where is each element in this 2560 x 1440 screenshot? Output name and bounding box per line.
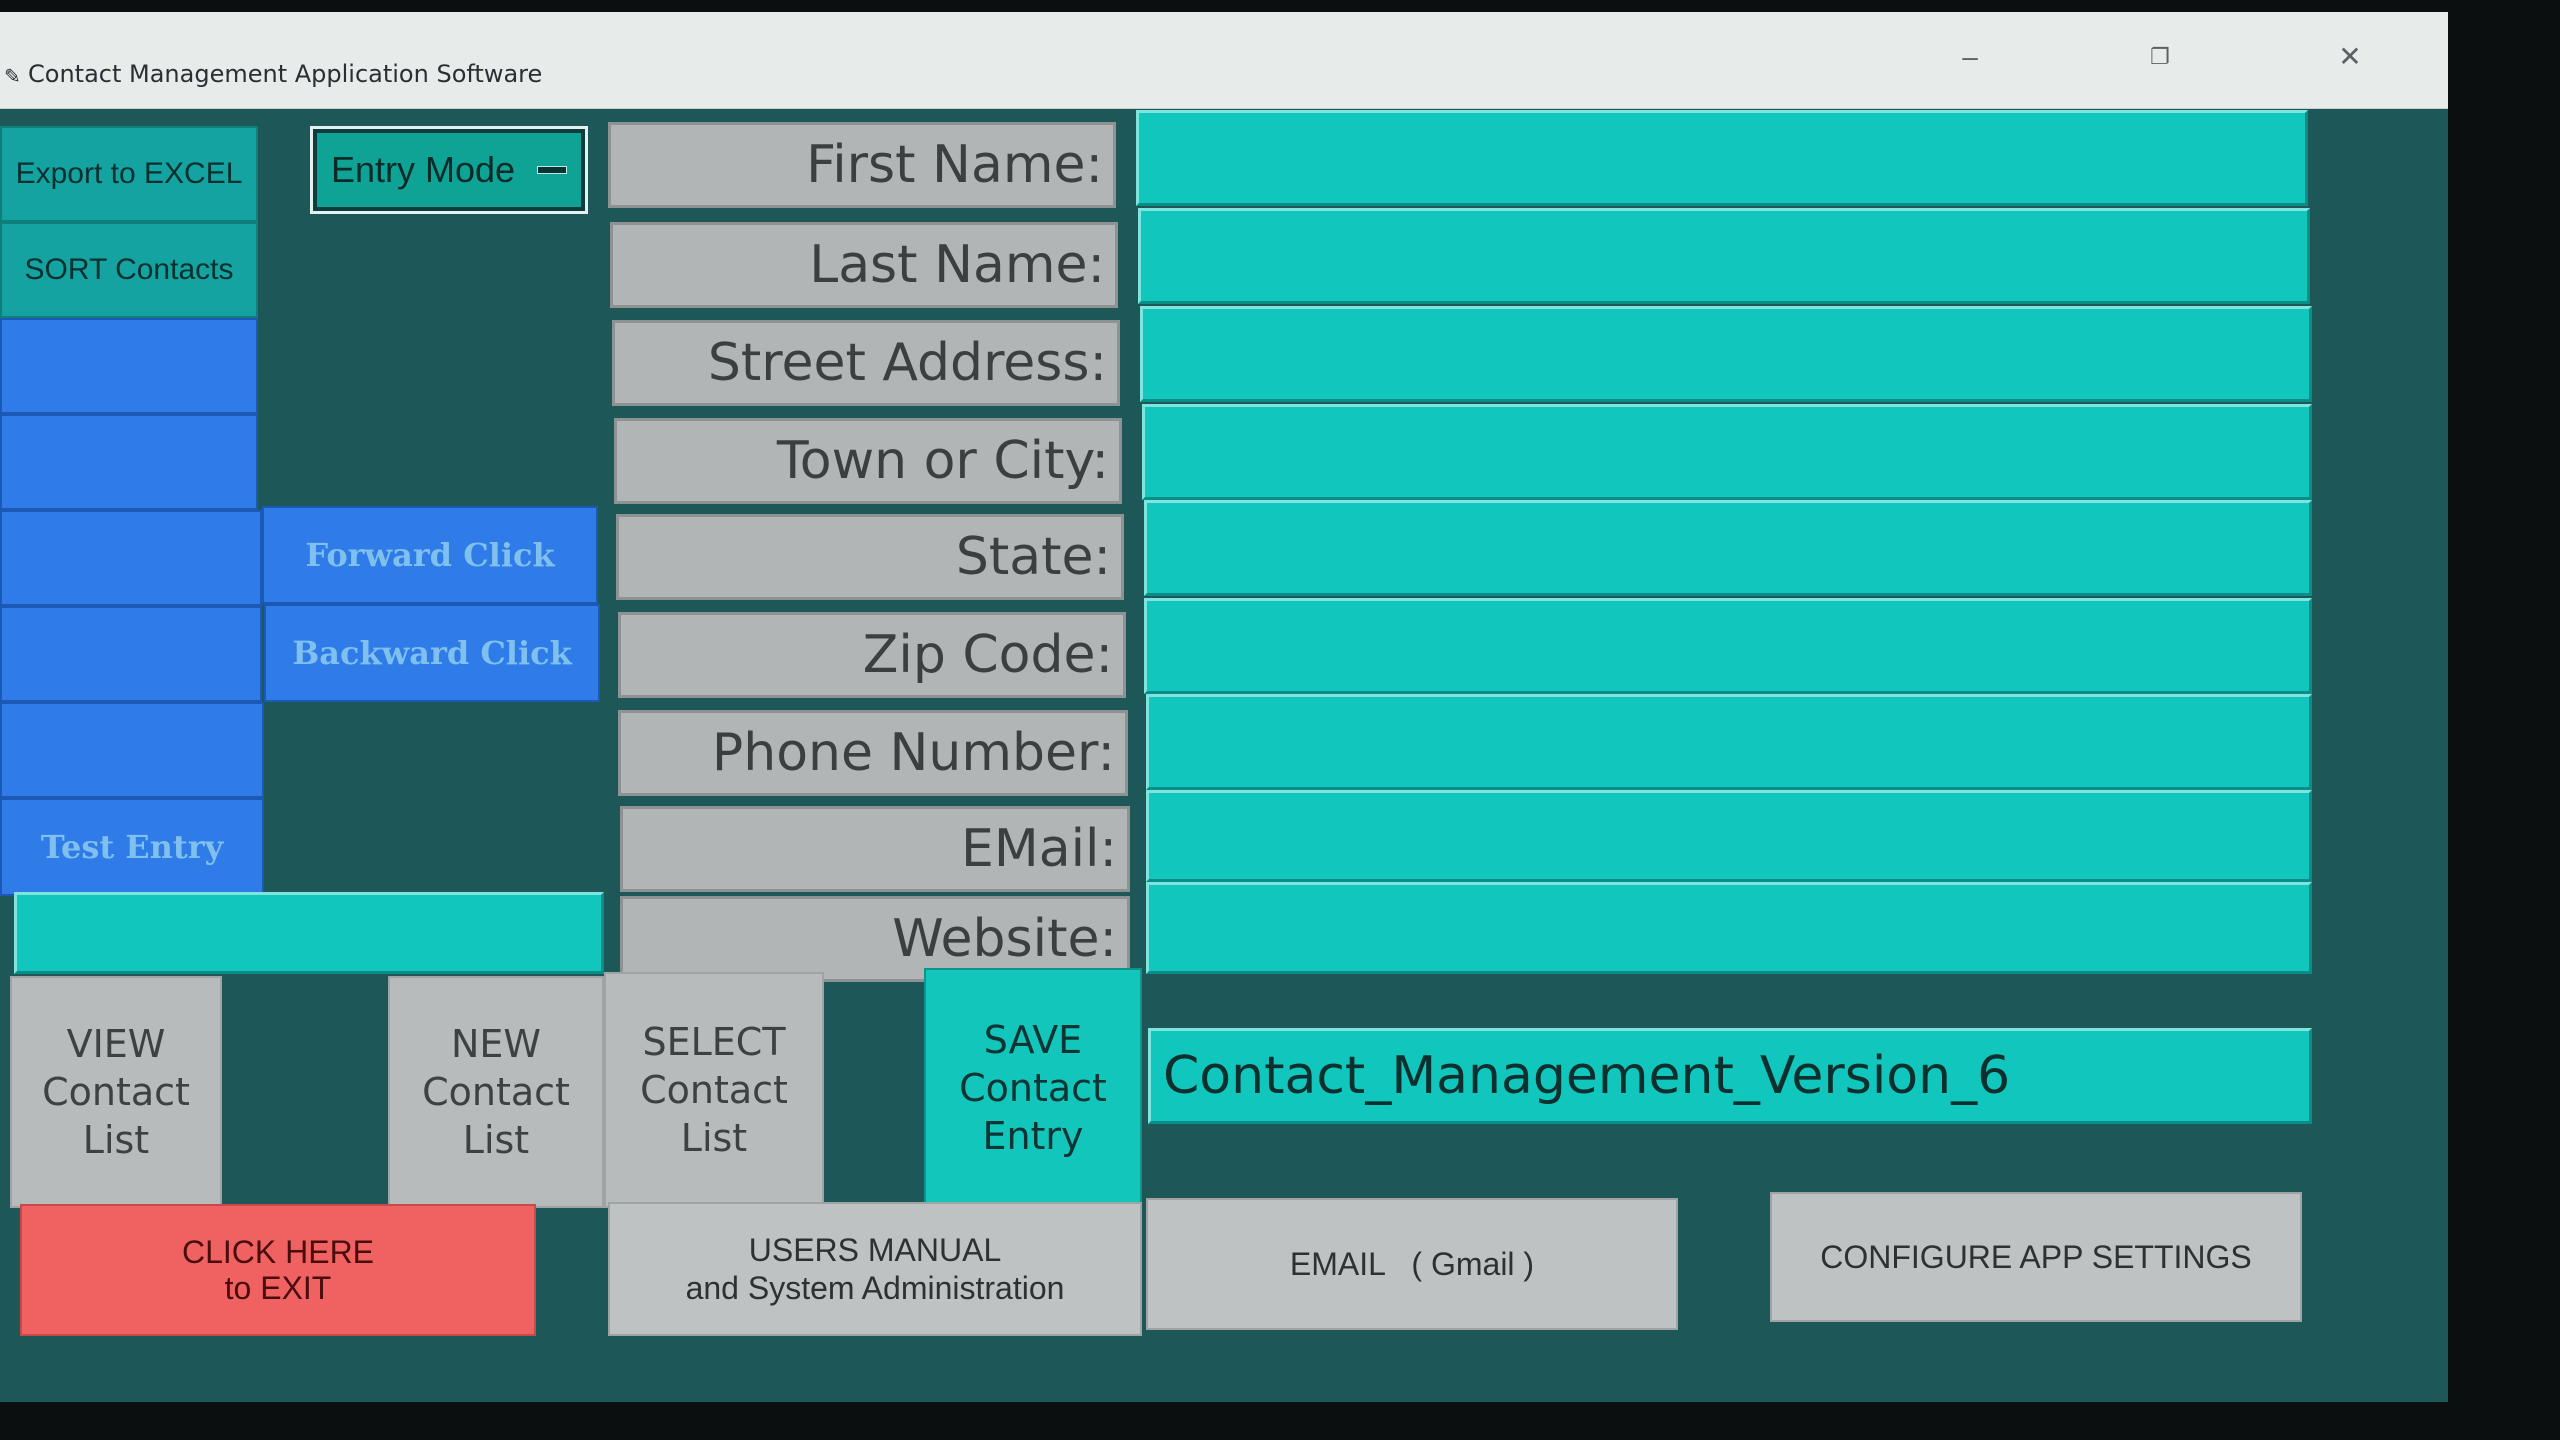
phone-number-field[interactable] bbox=[1146, 694, 2312, 790]
configure-app-settings-button[interactable]: CONFIGURE APP SETTINGS bbox=[1770, 1192, 2302, 1322]
street-address-label: Street Address: bbox=[612, 320, 1120, 406]
forward-click-button[interactable]: Forward Click bbox=[262, 506, 598, 604]
last-name-label: Last Name: bbox=[610, 222, 1118, 308]
close-button[interactable]: ✕ bbox=[2310, 34, 2390, 80]
first-name-field[interactable] bbox=[1136, 110, 2308, 206]
email-field[interactable] bbox=[1146, 790, 2312, 882]
zip-code-label: Zip Code: bbox=[618, 612, 1126, 698]
menu-dash-icon bbox=[537, 166, 567, 174]
export-excel-button[interactable]: Export to EXCEL bbox=[0, 126, 258, 222]
phone-number-label: Phone Number: bbox=[618, 710, 1128, 796]
filename-field[interactable] bbox=[1148, 1028, 2312, 1124]
last-name-field[interactable] bbox=[1138, 208, 2310, 304]
sidebar-blue-button-4[interactable] bbox=[0, 606, 262, 702]
email-label: EMail: bbox=[620, 806, 1130, 892]
test-entry-button[interactable]: Test Entry bbox=[0, 798, 264, 896]
mode-select[interactable]: Entry Mode bbox=[310, 126, 588, 214]
street-address-field[interactable] bbox=[1140, 306, 2312, 402]
mode-select-inner[interactable]: Entry Mode bbox=[317, 133, 581, 207]
sidebar-blue-button-5[interactable] bbox=[0, 702, 264, 798]
exit-button[interactable]: CLICK HERE to EXIT bbox=[20, 1204, 536, 1336]
sidebar-blue-button-3[interactable] bbox=[0, 510, 262, 606]
window-title: Contact Management Application Software bbox=[28, 60, 543, 88]
town-or-city-label: Town or City: bbox=[614, 418, 1122, 504]
sidebar-blue-button-1[interactable] bbox=[0, 318, 258, 414]
mode-select-value: Entry Mode bbox=[331, 149, 516, 190]
users-manual-button[interactable]: USERS MANUAL and System Administration bbox=[608, 1202, 1142, 1336]
app-window: ✎ Contact Management Application Softwar… bbox=[0, 12, 2448, 1402]
new-contact-list-button[interactable]: NEW Contact List bbox=[388, 976, 604, 1208]
select-contact-list-button[interactable]: SELECT Contact List bbox=[604, 972, 824, 1208]
sidebar-blue-button-2[interactable] bbox=[0, 414, 258, 510]
backward-click-button[interactable]: Backward Click bbox=[264, 604, 600, 702]
view-contact-list-button[interactable]: VIEW Contact List bbox=[10, 976, 222, 1208]
state-label: State: bbox=[616, 514, 1124, 600]
zip-code-field[interactable] bbox=[1144, 598, 2312, 694]
state-field[interactable] bbox=[1144, 500, 2312, 596]
feather-icon: ✎ bbox=[4, 66, 21, 88]
email-gmail-button[interactable]: EMAIL ( Gmail ) bbox=[1146, 1198, 1678, 1330]
restore-button[interactable]: ❐ bbox=[2120, 34, 2200, 80]
title-bar: ✎ Contact Management Application Softwar… bbox=[0, 12, 2448, 109]
first-name-label: First Name: bbox=[608, 122, 1116, 208]
website-field[interactable] bbox=[1146, 882, 2312, 974]
sort-contacts-button[interactable]: SORT Contacts bbox=[0, 222, 258, 318]
sidebar-search-input[interactable] bbox=[14, 892, 604, 974]
save-contact-entry-button[interactable]: SAVE Contact Entry bbox=[924, 968, 1142, 1208]
minimize-button[interactable]: – bbox=[1930, 34, 2010, 80]
town-or-city-field[interactable] bbox=[1142, 404, 2312, 500]
